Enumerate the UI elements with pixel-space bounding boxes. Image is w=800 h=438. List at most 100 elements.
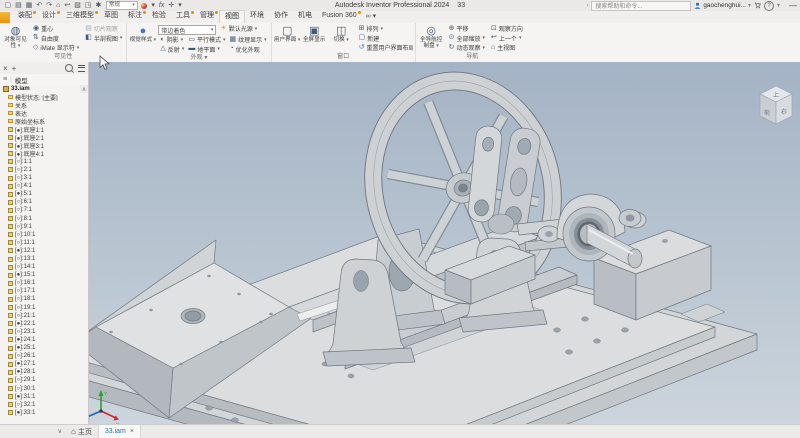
tab-collaborate[interactable]: 协作 — [269, 10, 293, 22]
tab-view[interactable]: 视图 — [219, 10, 245, 23]
tree-row[interactable]: [●]:5:1 — [0, 190, 88, 198]
tab-3dmodel[interactable]: 三维模型 — [61, 10, 99, 22]
group-label-window[interactable]: 窗口 — [274, 53, 413, 62]
tree-row[interactable]: [●]:27:1 — [0, 360, 88, 368]
file-menu-button[interactable] — [0, 12, 10, 23]
tree-row[interactable]: [●]:22:1 — [0, 320, 88, 328]
browser-menu-icon[interactable] — [78, 65, 85, 72]
tree-row[interactable]: 模型状态: [主要] — [0, 93, 88, 101]
new-file-icon[interactable]: ▢ — [3, 1, 13, 10]
measure-button[interactable]: ✛ — [167, 1, 176, 10]
tree-root-assembly[interactable]: 33.iam — [0, 85, 88, 93]
tree-row[interactable]: [○]:29:1 — [0, 376, 88, 384]
tree-row[interactable]: [○]:13:1 — [0, 255, 88, 263]
undo-icon[interactable]: ↶ — [35, 1, 44, 10]
tree-scroll-down-button[interactable]: ∨ — [0, 425, 65, 438]
ground-plane-button[interactable]: ▬地平面▾ — [186, 45, 227, 55]
reflections-button[interactable]: △反射▾ — [158, 45, 186, 55]
tab-inspect[interactable]: 检验 — [147, 10, 171, 22]
tree-row[interactable]: [●]:底座3:1 — [0, 142, 88, 150]
settings-icon[interactable]: ✱ — [94, 1, 103, 10]
tree-row[interactable]: 关系 — [0, 101, 88, 109]
tab-annotate[interactable]: 标注 — [123, 10, 147, 22]
help-icon[interactable]: ? — [764, 1, 774, 11]
user-interface-button[interactable]: ▢用户界面 ▾ — [274, 24, 301, 43]
account-menu[interactable]: gaochenghui... ▾ — [694, 2, 751, 9]
tab-design[interactable]: 设计 — [37, 10, 61, 22]
tree-row[interactable]: [○]:7:1 — [0, 206, 88, 214]
full-screen-button[interactable]: ▣全屏显示 — [301, 24, 328, 43]
update-icon[interactable]: ◳ — [83, 1, 93, 10]
refine-appearance-button[interactable]: ◔优化外观 — [227, 45, 268, 55]
slice-graphics-button[interactable]: ▤切片观察 — [83, 24, 124, 34]
half-section-view-button[interactable]: ◧半剖视图▾ — [83, 34, 124, 44]
switch-windows-button[interactable]: ◫切换 ▾ — [328, 24, 355, 43]
tree-row[interactable]: 表达 — [0, 109, 88, 117]
new-window-button[interactable]: ▢新建 — [357, 34, 413, 44]
shadows-button[interactable]: ◐阴影▾ — [158, 35, 186, 45]
tree-row[interactable]: [○]:17:1 — [0, 287, 88, 295]
tab-fusion360[interactable]: Fusion 360 — [317, 10, 362, 22]
visual-style-button[interactable]: ● 视觉样式 ▾ — [129, 24, 156, 43]
orthographic-button[interactable]: ▭平行模式▾ — [186, 35, 227, 45]
tree-row[interactable]: [●]:底座1:1 — [0, 125, 88, 133]
tree-row[interactable]: [●]:底座4:1 — [0, 150, 88, 158]
tree-row[interactable]: [○]:3:1 — [0, 174, 88, 182]
browser-pane-title[interactable]: 模型 — [15, 75, 28, 85]
return-icon[interactable]: ↩ — [63, 1, 72, 10]
visual-style-combo[interactable]: 带边着色▾ — [158, 25, 216, 35]
degrees-of-freedom-button[interactable]: ⇅自由度 — [31, 34, 81, 44]
tree-row[interactable]: [○]:8:1 — [0, 215, 88, 223]
tree-scroll-up-button[interactable]: ∧ — [80, 85, 88, 93]
arrange-button[interactable]: ⊞排列▾ — [357, 24, 413, 34]
browser-add-tab-button[interactable]: + — [12, 64, 17, 73]
tree-row[interactable]: [○]:10:1 — [0, 231, 88, 239]
zoom-all-button[interactable]: ⊙全部缩放▾ — [447, 34, 487, 44]
view-cube[interactable]: 上 前 右 — [756, 84, 796, 130]
browser-pane-icon[interactable]: ≡ — [3, 76, 7, 83]
tree-row[interactable]: [●]:底座2:1 — [0, 134, 88, 142]
tree-row[interactable]: [●]:31:1 — [0, 393, 88, 401]
redo-icon[interactable]: ↷ — [45, 1, 54, 10]
tab-tools[interactable]: 工具 — [171, 10, 195, 22]
collaborate-chat-menu[interactable]: ∞ ▾ — [362, 11, 380, 23]
tree-row[interactable]: [●]:24:1 — [0, 336, 88, 344]
tree-row[interactable]: [○]:14:1 — [0, 263, 88, 271]
tree-row[interactable]: [○]:19:1 — [0, 304, 88, 312]
help-search-input[interactable]: 搜索帮助和命令... — [591, 1, 691, 11]
save-icon[interactable]: ▦ — [24, 1, 34, 10]
open-file-icon[interactable]: ▤ — [14, 1, 24, 10]
tree-row[interactable]: [○]:30:1 — [0, 384, 88, 392]
browser-search-icon[interactable] — [65, 64, 73, 72]
tree-row[interactable]: [○]:32:1 — [0, 401, 88, 409]
minimize-button[interactable]: — — [789, 1, 797, 10]
tree-row[interactable]: [○]:21:1 — [0, 312, 88, 320]
reset-ui-button[interactable]: ↺重置用户界面布局 — [357, 43, 413, 53]
parameters-fx-button[interactable]: fx — [157, 1, 165, 10]
look-at-button[interactable]: ⊡观察方向 — [489, 24, 527, 34]
pan-button[interactable]: ⊕平移 — [447, 24, 487, 34]
imate-glyph-button[interactable]: ◇iMate 显示符▾ — [31, 43, 81, 53]
tree-row[interactable]: [○]:18:1 — [0, 295, 88, 303]
tab-environments[interactable]: 环境 — [245, 10, 269, 22]
tree-row[interactable]: [○]:9:1 — [0, 223, 88, 231]
navigation-wheel-button[interactable]: ◎ 全导航控制盘 ▾ — [418, 24, 445, 49]
center-of-gravity-button[interactable]: ◉重心 — [31, 24, 81, 34]
appearance-combo-arrow[interactable]: ▾ — [150, 1, 157, 10]
tree-row[interactable]: [●]:15:1 — [0, 271, 88, 279]
home-view-button[interactable]: ⌂主视图 — [489, 43, 527, 53]
3d-model[interactable] — [89, 62, 800, 425]
lighting-style-button[interactable]: ☀ 默认光源▾ — [218, 24, 259, 34]
tree-row[interactable]: [○]:6:1 — [0, 198, 88, 206]
tree-row[interactable]: [○]:1:1 — [0, 158, 88, 166]
select-icon[interactable]: ▧ — [73, 1, 83, 10]
previous-view-button[interactable]: ↩上一个▾ — [489, 34, 527, 44]
tab-manage[interactable]: 管理 — [195, 10, 219, 22]
tree-row[interactable]: [○]:2:1 — [0, 166, 88, 174]
search-expand-chevron[interactable]: › — [586, 3, 588, 9]
tab-sketch[interactable]: 草图 — [99, 10, 123, 22]
viewport[interactable]: 上 前 右 Y X Z — [89, 62, 800, 425]
tree-row[interactable]: [○]:16:1 — [0, 279, 88, 287]
tree-row[interactable]: [●]:33:1 — [0, 409, 88, 417]
tab-assemble[interactable]: 装配 — [13, 10, 37, 22]
